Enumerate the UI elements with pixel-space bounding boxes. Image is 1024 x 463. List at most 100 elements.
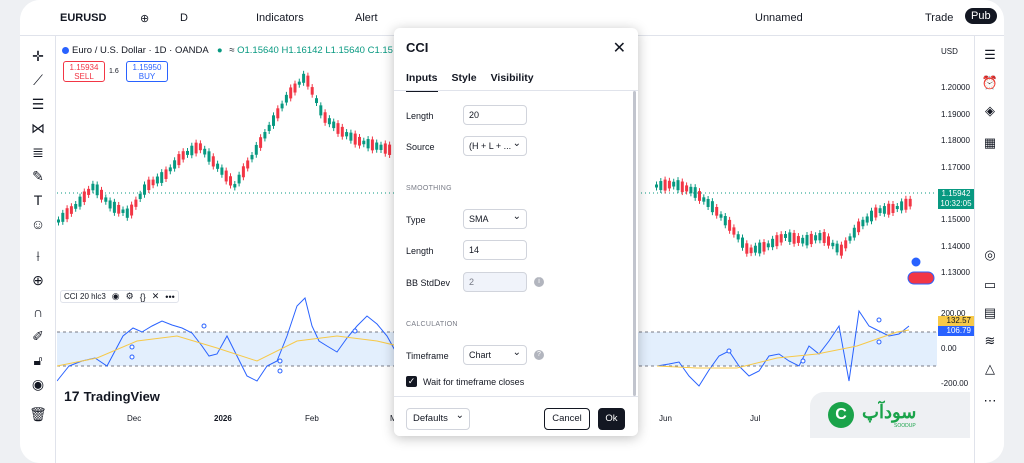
candle [741, 237, 744, 248]
candle [908, 198, 912, 207]
watermark-sub: SOODUP [894, 423, 916, 429]
candle [130, 204, 134, 216]
calendar-icon[interactable]: ▦ [981, 134, 999, 152]
source-select[interactable]: (H + L + ... [463, 135, 527, 156]
defaults-label: Defaults [413, 413, 448, 424]
candle [895, 206, 899, 210]
defaults-button[interactable]: Defaults [406, 406, 470, 430]
ok-button[interactable]: Ok [598, 408, 625, 430]
layers-icon[interactable]: ◈ [981, 102, 999, 120]
candle [224, 170, 228, 182]
text-icon[interactable]: T [28, 190, 48, 210]
interval-selector[interactable]: D [180, 12, 188, 24]
crosshair-icon[interactable]: ✛ [28, 46, 48, 66]
bb-stddev-label: BB StdDev [406, 278, 451, 288]
brush-icon[interactable]: ✎ [28, 166, 48, 186]
ruler-icon[interactable]: ⟊ [28, 246, 48, 266]
candle [263, 132, 267, 139]
symbol-legend[interactable]: Euro / U.S. Dollar · 1D · OANDA ● ≈ O1.1… [62, 45, 393, 56]
trash-icon[interactable]: 🗑︎ [28, 404, 48, 424]
horizontal-lines-icon[interactable]: ☰ [28, 94, 48, 114]
emoji-icon[interactable]: ☺ [28, 214, 48, 234]
pattern-icon[interactable]: ⋈ [28, 118, 48, 138]
lock-drawing-icon[interactable]: ✐ [28, 326, 48, 346]
indicators-button[interactable]: Indicators [256, 12, 304, 24]
add-symbol-icon[interactable]: ⊕ [140, 12, 149, 25]
eye-icon[interactable]: ◉ [112, 291, 120, 302]
symbol-search[interactable]: EURUSD [60, 12, 106, 24]
close-icon[interactable]: ✕ [613, 38, 626, 58]
candle [173, 160, 177, 169]
source-label: Source [406, 142, 435, 152]
time-label: Feb [305, 414, 319, 423]
tab-visibility[interactable]: Visibility [491, 72, 534, 92]
candle [349, 132, 353, 141]
broadcast-icon[interactable]: ◎ [981, 246, 999, 264]
candle [831, 242, 835, 247]
type-select[interactable]: SMA [463, 208, 527, 229]
candle [680, 181, 684, 193]
tab-style[interactable]: Style [452, 72, 477, 92]
length-input[interactable]: 20 [463, 105, 527, 125]
price-axis[interactable]: USD 1.20000 1.19000 1.18000 1.17000 1.15… [937, 36, 974, 430]
source-code-icon[interactable]: {} [140, 292, 146, 302]
type-value: SMA [469, 214, 489, 224]
zoom-icon[interactable]: ⊕ [28, 270, 48, 290]
more-icon[interactable]: ••• [165, 292, 174, 302]
ohlc-low: L1.15640 [325, 45, 365, 56]
cci-legend[interactable]: CCI 20 hlc3 ◉ ⚙ {} ✕ ••• [60, 290, 179, 303]
last-price-badge: 1.15942 10:32:05 [938, 189, 974, 209]
candle [78, 196, 82, 207]
trend-line-icon[interactable]: ⟋ [28, 70, 48, 90]
candle [276, 108, 280, 119]
lock-icon[interactable]: 🔓︎ [28, 350, 48, 370]
help-icon[interactable]: ? [534, 350, 544, 360]
candle [155, 176, 159, 184]
stream-icon[interactable]: ≋ [981, 332, 999, 350]
alert-button[interactable]: Alert [355, 12, 378, 24]
candle [69, 206, 73, 214]
candle [293, 83, 297, 93]
delete-icon[interactable]: ✕ [152, 291, 160, 302]
chat-icon[interactable]: ▭ [981, 276, 999, 294]
candle [685, 185, 689, 192]
publish-button[interactable]: Pub [965, 8, 997, 24]
candle [186, 150, 189, 155]
fib-icon[interactable]: ≣ [28, 142, 48, 162]
candle [766, 243, 770, 248]
currency-label[interactable]: USD [941, 47, 958, 56]
candle [241, 166, 245, 178]
wait-checkbox[interactable]: ✓ [406, 376, 417, 387]
trade-button[interactable]: Trade [925, 12, 953, 24]
layout-name[interactable]: Unnamed [755, 12, 803, 24]
tv-logo-icon: 17 [64, 388, 80, 404]
buy-label: BUY [138, 72, 156, 81]
smoothing-length-input[interactable]: 14 [463, 240, 527, 260]
buy-button[interactable]: 1.15950 BUY [126, 61, 168, 82]
candle [138, 193, 142, 200]
eye-icon[interactable]: ◉ [28, 374, 48, 394]
timeframe-select[interactable]: Chart [463, 344, 527, 365]
magnet-icon[interactable]: ∩ [28, 302, 48, 322]
candle [887, 203, 891, 215]
candle [852, 227, 856, 238]
sell-button[interactable]: 1.15934 SELL [63, 61, 105, 82]
help-icon[interactable]: ⋯ [981, 392, 999, 410]
candle [302, 73, 306, 83]
cancel-button[interactable]: Cancel [544, 408, 590, 430]
candle [310, 87, 314, 95]
watchlist-icon[interactable]: ☰ [981, 46, 999, 64]
notifications-icon[interactable]: △ [981, 360, 999, 378]
candle [676, 180, 680, 191]
info-icon[interactable]: i [534, 277, 544, 287]
notes-icon[interactable]: ▤ [981, 304, 999, 322]
price-label: 1.15000 [941, 215, 970, 224]
tab-inputs[interactable]: Inputs [406, 72, 438, 92]
candle [882, 206, 886, 214]
candle [203, 148, 207, 155]
candle [297, 81, 301, 85]
dialog-scrollbar[interactable] [633, 91, 636, 396]
alerts-icon[interactable]: ⏰ [981, 74, 999, 92]
candle [345, 132, 349, 137]
settings-icon[interactable]: ⚙ [126, 291, 134, 302]
